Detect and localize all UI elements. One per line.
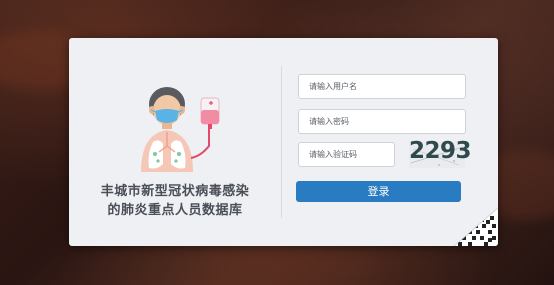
captcha-image[interactable]: 2293 <box>409 138 472 168</box>
qr-code-corner-icon[interactable] <box>454 208 498 246</box>
password-input[interactable] <box>298 109 466 134</box>
login-card: 丰城市新型冠状病毒感染 的肺炎重点人员数据库 2293 登录 <box>69 38 498 246</box>
brand-panel: 丰城市新型冠状病毒感染 的肺炎重点人员数据库 <box>69 38 281 246</box>
page-title-line1: 丰城市新型冠状病毒感染 <box>100 184 250 199</box>
page-title-line2: 的肺炎重点人员数据库 <box>107 203 243 218</box>
login-button[interactable]: 登录 <box>296 181 461 202</box>
username-input[interactable] <box>298 74 466 99</box>
doctor-lungs-iv-icon <box>141 87 220 172</box>
panel-divider <box>281 66 282 218</box>
background-streak <box>200 245 380 285</box>
captcha-input[interactable] <box>298 142 395 167</box>
captcha-code: 2293 <box>409 138 472 164</box>
